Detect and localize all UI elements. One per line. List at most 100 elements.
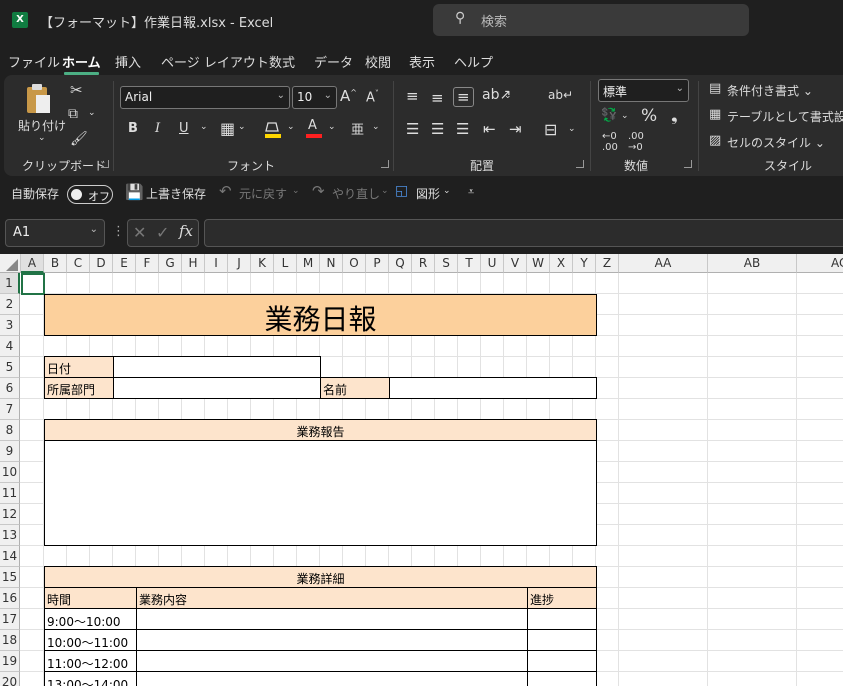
column-header-U[interactable]: U	[481, 254, 504, 273]
time-cell[interactable]: 11:00～12:00	[44, 650, 137, 672]
cell-styles-icon[interactable]: ▨	[709, 133, 721, 148]
column-header-G[interactable]: G	[159, 254, 182, 273]
row-header-17[interactable]: 17	[0, 609, 20, 630]
column-header-Q[interactable]: Q	[389, 254, 412, 273]
shapes-icon[interactable]: ◱	[395, 183, 408, 199]
row-header-10[interactable]: 10	[0, 462, 20, 483]
chevron-down-icon[interactable]: ⌄	[621, 111, 629, 121]
undo-icon[interactable]: ↶	[219, 182, 232, 200]
formula-input[interactable]	[204, 219, 843, 247]
content-cell[interactable]	[136, 671, 528, 686]
chevron-down-icon[interactable]: ⌄	[568, 124, 576, 134]
search-box[interactable]: ⚲ 検索	[433, 4, 749, 36]
format-as-table-button[interactable]: テーブルとして書式設定	[727, 108, 843, 125]
align-bottom-icon[interactable]: ≡	[453, 87, 474, 107]
chevron-down-icon[interactable]: ⌄	[292, 186, 300, 196]
dialog-launcher-icon[interactable]	[381, 160, 389, 168]
fill-color-button[interactable]	[263, 119, 283, 139]
dialog-launcher-icon[interactable]	[684, 160, 692, 168]
tab-insert[interactable]: 挿入	[115, 52, 141, 71]
column-header-O[interactable]: O	[343, 254, 366, 273]
report-title-cell[interactable]: 業務日報	[44, 294, 597, 336]
tab-formulas[interactable]: 数式	[269, 52, 295, 71]
chevron-down-icon[interactable]: ⌄	[238, 122, 246, 132]
redo-button[interactable]: やり直し	[332, 185, 380, 202]
content-cell[interactable]	[136, 650, 528, 672]
time-cell[interactable]: 13:00～14:00	[44, 671, 137, 686]
department-input-cell[interactable]	[113, 377, 321, 399]
column-header-L[interactable]: L	[274, 254, 297, 273]
customize-toolbar-icon[interactable]: ⩡	[468, 185, 474, 199]
font-name-select[interactable]: Arial ⌄	[120, 86, 290, 109]
row-header-14[interactable]: 14	[0, 546, 20, 567]
save-icon[interactable]: 💾	[125, 183, 144, 201]
phonetic-icon[interactable]: 亜	[351, 119, 364, 138]
row-header-2[interactable]: 2	[0, 294, 20, 315]
worksheet[interactable]: A B C D E F G H I J K L M N O P Q R S T …	[0, 254, 843, 686]
chevron-down-icon[interactable]: ⌄	[372, 122, 380, 132]
italic-button[interactable]: I	[155, 121, 160, 136]
row-header-6[interactable]: 6	[0, 378, 20, 399]
undo-button[interactable]: 元に戻す	[239, 185, 287, 202]
row-header-12[interactable]: 12	[0, 504, 20, 525]
row-header-13[interactable]: 13	[0, 525, 20, 546]
font-color-button[interactable]: A	[304, 118, 324, 139]
column-header-V[interactable]: V	[504, 254, 527, 273]
report-body-cell[interactable]	[44, 440, 597, 546]
column-header-Z[interactable]: Z	[596, 254, 619, 273]
tab-home[interactable]: ホーム	[62, 52, 101, 75]
row-header-3[interactable]: 3	[0, 315, 20, 336]
tab-view[interactable]: 表示	[409, 52, 435, 71]
row-header-8[interactable]: 8	[0, 420, 20, 441]
column-header-H[interactable]: H	[182, 254, 205, 273]
column-header-B[interactable]: B	[44, 254, 67, 273]
row-header-11[interactable]: 11	[0, 483, 20, 504]
more-options-icon[interactable]: ⋮	[112, 224, 125, 239]
redo-icon[interactable]: ↷	[312, 182, 325, 200]
merge-center-icon[interactable]: ⊟	[544, 120, 557, 139]
column-header-R[interactable]: R	[412, 254, 435, 273]
column-header-W[interactable]: W	[527, 254, 550, 273]
conditional-format-icon[interactable]: ▤	[709, 81, 721, 96]
row-header-18[interactable]: 18	[0, 630, 20, 651]
name-input-cell[interactable]	[389, 377, 597, 399]
cell-styles-button[interactable]: セルのスタイル ⌄	[727, 134, 825, 151]
time-cell[interactable]: 10:00～11:00	[44, 629, 137, 651]
wrap-text-icon[interactable]: ab↵	[548, 88, 573, 102]
decrease-decimal-icon[interactable]: .00 →0	[628, 131, 644, 153]
shapes-button[interactable]: 図形	[416, 185, 440, 202]
column-header-T[interactable]: T	[458, 254, 481, 273]
insert-function-icon[interactable]: fx	[179, 222, 193, 240]
column-header-N[interactable]: N	[320, 254, 343, 273]
column-header-I[interactable]: I	[205, 254, 228, 273]
increase-decimal-icon[interactable]: ←0.00	[602, 131, 618, 153]
column-header-K[interactable]: K	[251, 254, 274, 273]
chevron-down-icon[interactable]: ⌄	[88, 108, 96, 118]
progress-cell[interactable]	[527, 629, 597, 651]
column-header-AB[interactable]: AB	[708, 254, 797, 273]
tab-data[interactable]: データ	[314, 52, 353, 71]
align-center-icon[interactable]: ☰	[431, 120, 444, 138]
align-left-icon[interactable]: ☰	[406, 120, 419, 138]
align-top-icon[interactable]: ≡	[406, 87, 419, 105]
chevron-down-icon[interactable]: ⌄	[381, 186, 389, 196]
grow-font-icon[interactable]: A^	[340, 87, 357, 105]
increase-indent-icon[interactable]: ⇥	[509, 120, 522, 138]
paste-label[interactable]: 貼り付け	[18, 117, 66, 134]
select-all-corner[interactable]	[0, 254, 21, 273]
row-header-19[interactable]: 19	[0, 651, 20, 672]
cut-icon[interactable]: ✂	[70, 81, 83, 99]
copy-icon[interactable]: ⧉	[68, 106, 78, 122]
progress-cell[interactable]	[527, 671, 597, 686]
dialog-launcher-icon[interactable]	[576, 160, 584, 168]
number-format-select[interactable]: 標準 ⌄	[598, 79, 689, 102]
tab-file[interactable]: ファイル	[8, 52, 60, 71]
chevron-down-icon[interactable]: ⌄	[38, 133, 46, 143]
tab-review[interactable]: 校閲	[365, 52, 391, 71]
tab-page-layout[interactable]: ページ レイアウト	[161, 52, 269, 71]
chevron-down-icon[interactable]: ⌄	[328, 122, 336, 132]
chevron-down-icon[interactable]: ⌄	[443, 186, 451, 196]
column-header-E[interactable]: E	[113, 254, 136, 273]
column-header-AC[interactable]: AC	[797, 254, 843, 273]
format-painter-icon[interactable]: 🖌	[70, 131, 88, 147]
